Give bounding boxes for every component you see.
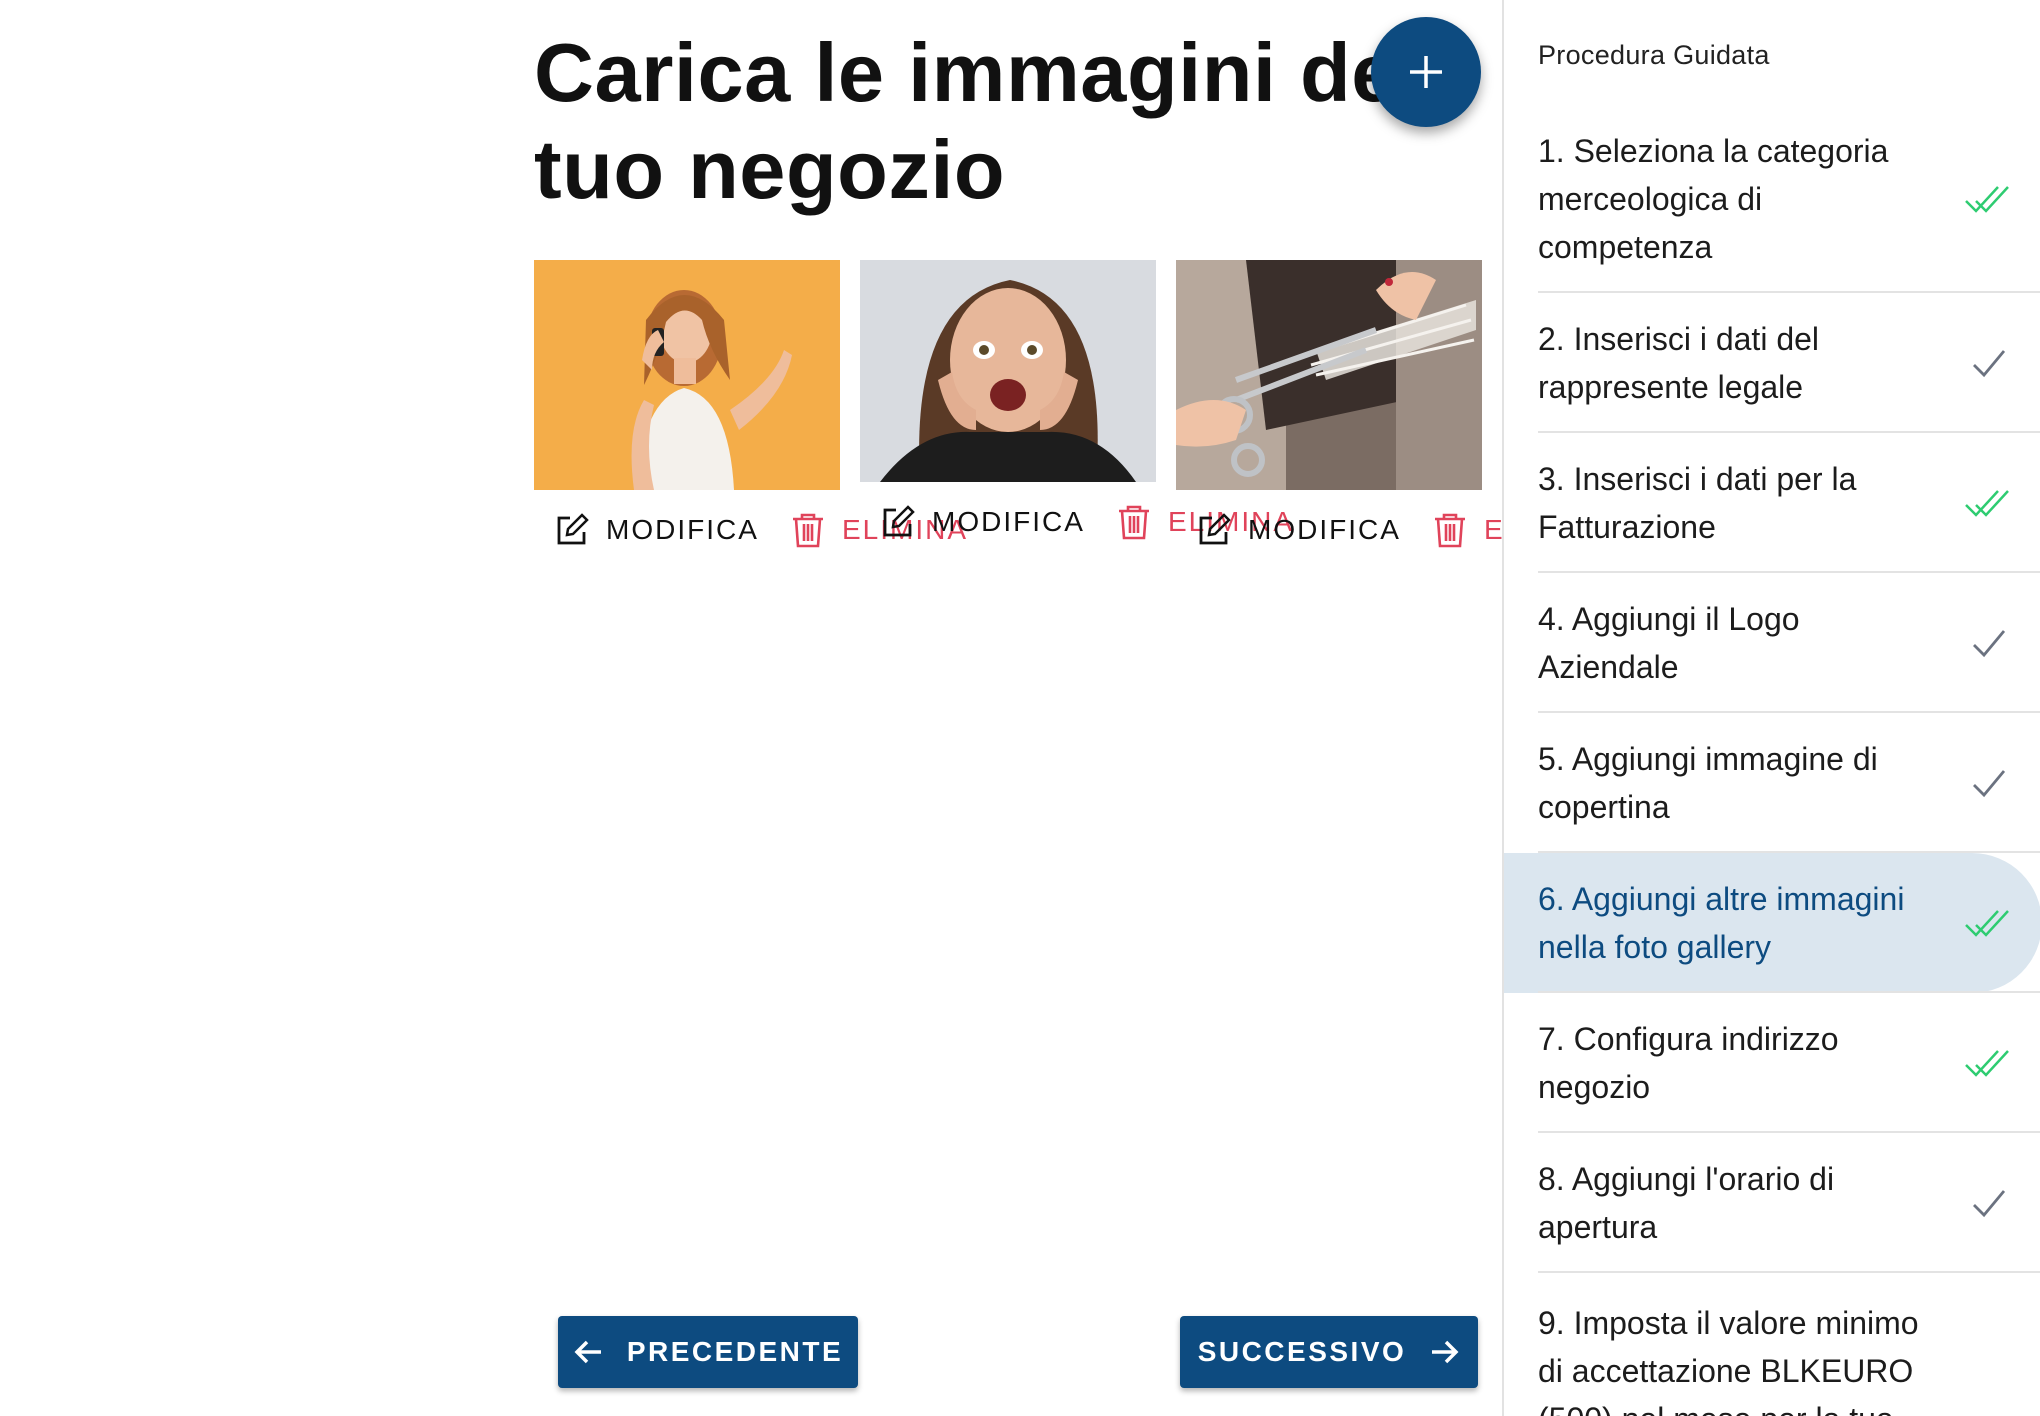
step-label: 5. Aggiungi immagine di copertina: [1538, 741, 1878, 825]
double-check-icon: [1965, 490, 2009, 517]
edit-icon: [557, 513, 589, 545]
trash-icon: [1119, 505, 1149, 540]
edit-image-button[interactable]: MODIFICA: [880, 504, 1085, 540]
step-label: 3. Inserisci i dati per la Fatturazione: [1538, 461, 1857, 545]
next-button[interactable]: SUCCESSIVO: [1180, 1316, 1478, 1388]
arrow-left-icon: [574, 1340, 601, 1364]
page-title: Carica le immagini del tuo negozio: [534, 26, 1422, 216]
trash-icon: [1435, 513, 1465, 548]
gallery-image: [1176, 260, 1482, 490]
wizard-step-8[interactable]: 8. Aggiungi l'orario di apertura: [1504, 1133, 2040, 1273]
step-label: 6. Aggiungi altre immagini nella foto ga…: [1538, 881, 1905, 965]
step-label: 4. Aggiungi il Logo Aziendale: [1538, 601, 1800, 685]
double-check-icon: [1965, 186, 2009, 213]
double-check-icon: [1965, 1050, 2009, 1077]
wizard-step-2[interactable]: 2. Inserisci i dati del rappresente lega…: [1504, 293, 2040, 433]
edit-icon: [1199, 513, 1231, 545]
edit-image-button[interactable]: MODIFICA: [554, 512, 759, 548]
wizard-step-6[interactable]: 6. Aggiungi altre immagini nella foto ga…: [1504, 853, 2040, 993]
check-icon: [1973, 350, 2006, 378]
sidebar-title: Procedura Guidata: [1538, 40, 1770, 70]
step-label: 7. Configura indirizzo negozio: [1538, 1021, 1839, 1105]
edit-label: MODIFICA: [606, 514, 759, 545]
wizard-step-7[interactable]: 7. Configura indirizzo negozio: [1504, 993, 2040, 1133]
wizard-step-9[interactable]: 9. Imposta il valore minimo di accettazi…: [1504, 1273, 2040, 1416]
arrow-right-icon: [1432, 1340, 1459, 1364]
check-icon: [1973, 630, 2006, 658]
edit-label: MODIFICA: [1248, 514, 1401, 545]
previous-button[interactable]: PRECEDENTE: [558, 1316, 858, 1388]
edit-label: MODIFICA: [932, 506, 1085, 537]
step-label: 1. Seleziona la categoria merceologica d…: [1538, 133, 1889, 265]
check-icon: [1973, 1190, 2006, 1218]
double-check-icon: [1965, 910, 2009, 937]
add-image-button[interactable]: [1371, 17, 1481, 127]
delete-label: ELIMINA: [1484, 514, 1502, 545]
wizard-step-4[interactable]: 4. Aggiungi il Logo Aziendale: [1504, 573, 2040, 713]
plus-icon: [1410, 56, 1442, 88]
check-icon: [1973, 770, 2006, 798]
edit-icon: [883, 505, 915, 537]
step-label: 8. Aggiungi l'orario di apertura: [1538, 1161, 1835, 1245]
wizard-step-1[interactable]: 1. Seleziona la categoria merceologica d…: [1504, 105, 2040, 293]
wizard-step-3[interactable]: 3. Inserisci i dati per la Fatturazione: [1504, 433, 2040, 573]
step-label: 9. Imposta il valore minimo di accettazi…: [1538, 1305, 1919, 1416]
wizard-step-5[interactable]: 5. Aggiungi immagine di copertina: [1504, 713, 2040, 853]
previous-label: PRECEDENTE: [626, 1336, 844, 1367]
wizard-steps: 1. Seleziona la categoria merceologica d…: [1504, 105, 2040, 1416]
delete-image-button[interactable]: ELIMINA: [1432, 512, 1502, 548]
trash-icon: [793, 513, 823, 548]
main-content: Carica le immagini del tuo negozio MODIF…: [0, 0, 1502, 1416]
step-label: 2. Inserisci i dati del rappresente lega…: [1538, 321, 1820, 405]
gallery-image: [860, 260, 1156, 482]
wizard-sidebar: Procedura Guidata 1. Seleziona la catego…: [1502, 0, 2040, 1416]
gallery-image: [534, 260, 840, 490]
next-label: SUCCESSIVO: [1197, 1336, 1407, 1367]
edit-image-button[interactable]: MODIFICA: [1196, 512, 1401, 548]
